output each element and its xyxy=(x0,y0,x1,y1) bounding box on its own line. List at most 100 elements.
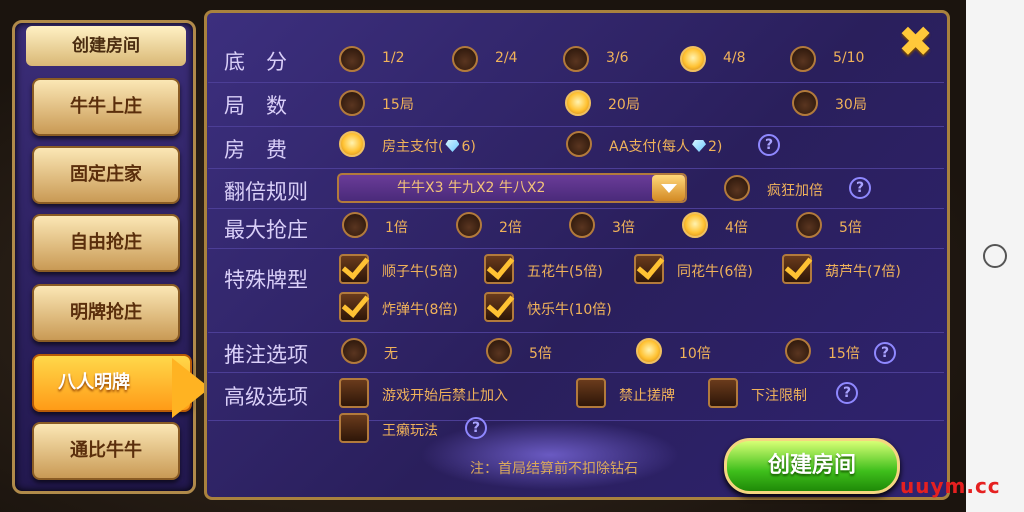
label-base-score: 底 分 xyxy=(224,50,287,74)
radio-grab-2x[interactable] xyxy=(456,212,482,238)
radio-rounds-20[interactable] xyxy=(565,90,591,116)
option-label: 无 xyxy=(384,346,398,362)
checkbox-no-rub-cards[interactable] xyxy=(576,378,606,408)
label-multiplier: 翻倍规则 xyxy=(224,180,308,204)
checkbox-full-house[interactable] xyxy=(782,254,812,284)
radio-grab-4x[interactable] xyxy=(682,212,708,238)
option-label: 10倍 xyxy=(679,346,711,362)
radio-push-15x[interactable] xyxy=(785,338,811,364)
radio-crazy-double[interactable] xyxy=(724,175,750,201)
panel-glow xyxy=(420,420,680,490)
checkbox-happy[interactable] xyxy=(484,292,514,322)
option-label: 5倍 xyxy=(839,220,862,236)
divider xyxy=(208,332,944,333)
option-fee-aa: AA支付(每人 2) xyxy=(609,136,722,156)
option-label: 疯狂加倍 xyxy=(767,183,823,199)
diamond-icon xyxy=(445,140,460,152)
option-label: 15局 xyxy=(382,97,414,113)
option-label: 30局 xyxy=(835,97,867,113)
radio-push-10x[interactable] xyxy=(636,338,662,364)
help-icon[interactable]: ? xyxy=(758,134,780,156)
help-icon[interactable]: ? xyxy=(874,342,896,364)
divider xyxy=(208,126,944,127)
radio-grab-3x[interactable] xyxy=(569,212,595,238)
radio-base-4-8[interactable] xyxy=(680,46,706,72)
radio-push-5x[interactable] xyxy=(486,338,512,364)
option-label: 1倍 xyxy=(385,220,408,236)
option-label: 快乐牛(10倍) xyxy=(527,302,612,318)
checkbox-flush[interactable] xyxy=(634,254,664,284)
footer-note: 注：首局结算前不扣除钻石 xyxy=(470,461,638,477)
checkbox-bomb[interactable] xyxy=(339,292,369,322)
game-screen: 创建房间 牛牛上庄 固定庄家 自由抢庄 明牌抢庄 八人明牌 通比牛牛 ✖ 底 分… xyxy=(0,0,1024,512)
option-label: 五花牛(5倍) xyxy=(527,264,603,280)
radio-fee-owner[interactable] xyxy=(339,131,365,157)
option-label: 6) xyxy=(461,139,476,155)
menu-item-niuniu-banker[interactable]: 牛牛上庄 xyxy=(32,78,180,136)
option-label: 禁止搓牌 xyxy=(619,388,675,404)
option-label: 15倍 xyxy=(828,346,860,362)
watermark: uuym.cc xyxy=(900,474,1001,498)
radio-base-1-2[interactable] xyxy=(339,46,365,72)
close-icon[interactable]: ✖ xyxy=(898,21,933,63)
radio-push-none[interactable] xyxy=(341,338,367,364)
help-icon[interactable]: ? xyxy=(849,177,871,199)
option-label: 3/6 xyxy=(606,50,629,66)
divider xyxy=(208,372,944,373)
option-label: 4/8 xyxy=(723,50,746,66)
label-room-fee: 房 费 xyxy=(224,138,287,162)
menu-item-eight-open[interactable]: 八人明牌 xyxy=(32,354,192,412)
menu-item-open-grab[interactable]: 明牌抢庄 xyxy=(32,284,180,342)
radio-grab-1x[interactable] xyxy=(342,212,368,238)
option-label: 葫芦牛(7倍) xyxy=(825,264,901,280)
option-label: 1/2 xyxy=(382,50,405,66)
help-icon[interactable]: ? xyxy=(465,417,487,439)
option-label: 2) xyxy=(708,139,723,155)
option-label: AA支付(每人 xyxy=(609,139,691,155)
label-rounds: 局 数 xyxy=(224,94,287,118)
option-label: 炸弹牛(8倍) xyxy=(382,302,458,318)
label-max-grab: 最大抢庄 xyxy=(224,218,308,242)
radio-base-5-10[interactable] xyxy=(790,46,816,72)
create-room-button[interactable]: 创建房间 xyxy=(724,438,900,494)
option-label: 王癞玩法 xyxy=(382,423,438,439)
diamond-icon xyxy=(692,140,707,152)
radio-rounds-30[interactable] xyxy=(792,90,818,116)
option-fee-owner: 房主支付(6) xyxy=(382,136,476,156)
option-label: 2倍 xyxy=(499,220,522,236)
menu-item-fixed-banker[interactable]: 固定庄家 xyxy=(32,146,180,204)
help-icon[interactable]: ? xyxy=(836,382,858,404)
option-label: 同花牛(6倍) xyxy=(677,264,753,280)
multiplier-dropdown[interactable]: 牛牛X3 牛九X2 牛八X2 xyxy=(337,173,687,203)
divider xyxy=(208,168,944,169)
home-icon[interactable] xyxy=(983,244,1007,268)
radio-fee-aa[interactable] xyxy=(566,131,592,157)
option-label: 20局 xyxy=(608,97,640,113)
checkbox-bet-limit[interactable] xyxy=(708,378,738,408)
radio-rounds-15[interactable] xyxy=(339,90,365,116)
checkbox-wild-king[interactable] xyxy=(339,413,369,443)
option-label: 游戏开始后禁止加入 xyxy=(382,388,508,404)
menu-item-free-grab[interactable]: 自由抢庄 xyxy=(32,214,180,272)
label-push-bet: 推注选项 xyxy=(224,343,308,367)
menu-item-tongbi[interactable]: 通比牛牛 xyxy=(32,422,180,480)
checkbox-straight[interactable] xyxy=(339,254,369,284)
label-special-hands: 特殊牌型 xyxy=(224,268,308,292)
divider xyxy=(208,208,944,209)
radio-base-2-4[interactable] xyxy=(452,46,478,72)
option-label: 5/10 xyxy=(833,50,865,66)
divider xyxy=(208,82,944,83)
option-label: 3倍 xyxy=(612,220,635,236)
menu-title: 创建房间 xyxy=(26,26,186,66)
radio-base-3-6[interactable] xyxy=(563,46,589,72)
checkbox-five-flower[interactable] xyxy=(484,254,514,284)
checkbox-no-join-after-start[interactable] xyxy=(339,378,369,408)
option-label: 4倍 xyxy=(725,220,748,236)
chevron-down-icon[interactable] xyxy=(652,175,685,201)
radio-grab-5x[interactable] xyxy=(796,212,822,238)
option-label: 顺子牛(5倍) xyxy=(382,264,458,280)
label-advanced: 高级选项 xyxy=(224,385,308,409)
divider xyxy=(208,248,944,249)
option-label: 2/4 xyxy=(495,50,518,66)
divider xyxy=(208,420,944,421)
